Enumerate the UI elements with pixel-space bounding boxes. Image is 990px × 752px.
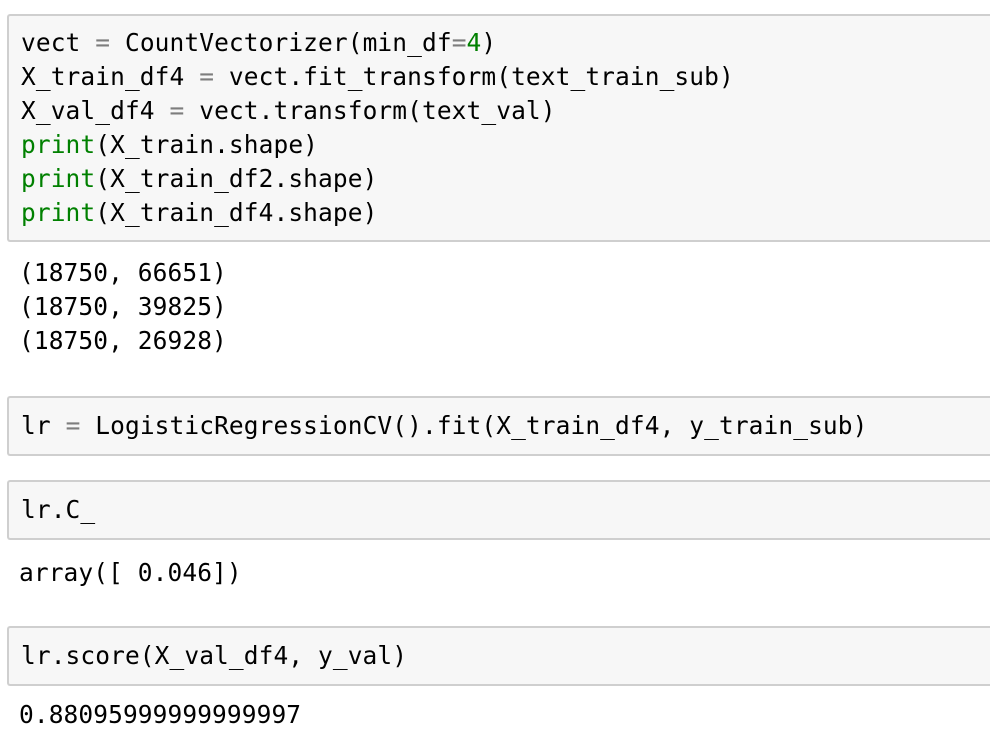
code-token: vect.transform(text_val) [184, 96, 556, 125]
code-line: X_train_df4 = vect.fit_transform(text_tr… [21, 60, 990, 94]
code-line: vect = CountVectorizer(min_df=4) [21, 26, 990, 60]
code-token: lr.score(X_val_df4, y_val) [21, 641, 408, 670]
code-cell-1-output: (18750, 66651) (18750, 39825) (18750, 26… [19, 256, 227, 358]
code-token: X_train_df4 [21, 62, 200, 91]
code-line: lr = LogisticRegressionCV().fit(X_train_… [21, 409, 990, 443]
code-line: print(X_train.shape) [21, 128, 990, 162]
code-line: print(X_train_df4.shape) [21, 196, 990, 230]
code-cell-4-output: 0.88095999999999997 [19, 698, 301, 732]
code-token: (X_train.shape) [95, 130, 319, 159]
code-token: X_val_df4 [21, 96, 170, 125]
code-token: = [95, 28, 111, 57]
output-line: (18750, 26928) [19, 326, 227, 355]
code-cell-3-output: array([ 0.046]) [19, 556, 242, 590]
code-token: = [199, 62, 215, 91]
code-token: = [65, 411, 81, 440]
code-cell-4-input[interactable]: lr.score(X_val_df4, y_val) [7, 626, 990, 686]
output-line: 0.88095999999999997 [19, 700, 302, 729]
code-token: 4 [466, 28, 482, 57]
code-token: ) [481, 28, 497, 57]
code-token: print [21, 198, 96, 227]
code-token: (X_train_df2.shape) [95, 164, 378, 193]
code-token: lr [21, 411, 66, 440]
code-token: CountVectorizer(min_df [110, 28, 452, 57]
code-token: lr.C_ [21, 495, 96, 524]
code-token: print [21, 130, 96, 159]
code-cell-1-input[interactable]: vect = CountVectorizer(min_df=4) X_train… [7, 14, 990, 242]
code-token: = [451, 28, 467, 57]
code-token: print [21, 164, 96, 193]
code-token: (X_train_df4.shape) [95, 198, 378, 227]
code-token: vect.fit_transform(text_train_sub) [214, 62, 734, 91]
output-line: (18750, 39825) [19, 292, 227, 321]
output-line: (18750, 66651) [19, 258, 227, 287]
code-line: lr.score(X_val_df4, y_val) [21, 639, 990, 673]
code-token: = [169, 96, 185, 125]
code-line: lr.C_ [21, 493, 990, 527]
code-token: vect [21, 28, 96, 57]
code-line: print(X_train_df2.shape) [21, 162, 990, 196]
code-line: X_val_df4 = vect.transform(text_val) [21, 94, 990, 128]
code-cell-3-input[interactable]: lr.C_ [7, 480, 990, 540]
code-token: LogisticRegressionCV().fit(X_train_df4, … [80, 411, 868, 440]
code-cell-2-input[interactable]: lr = LogisticRegressionCV().fit(X_train_… [7, 396, 990, 456]
output-line: array([ 0.046]) [19, 558, 242, 587]
